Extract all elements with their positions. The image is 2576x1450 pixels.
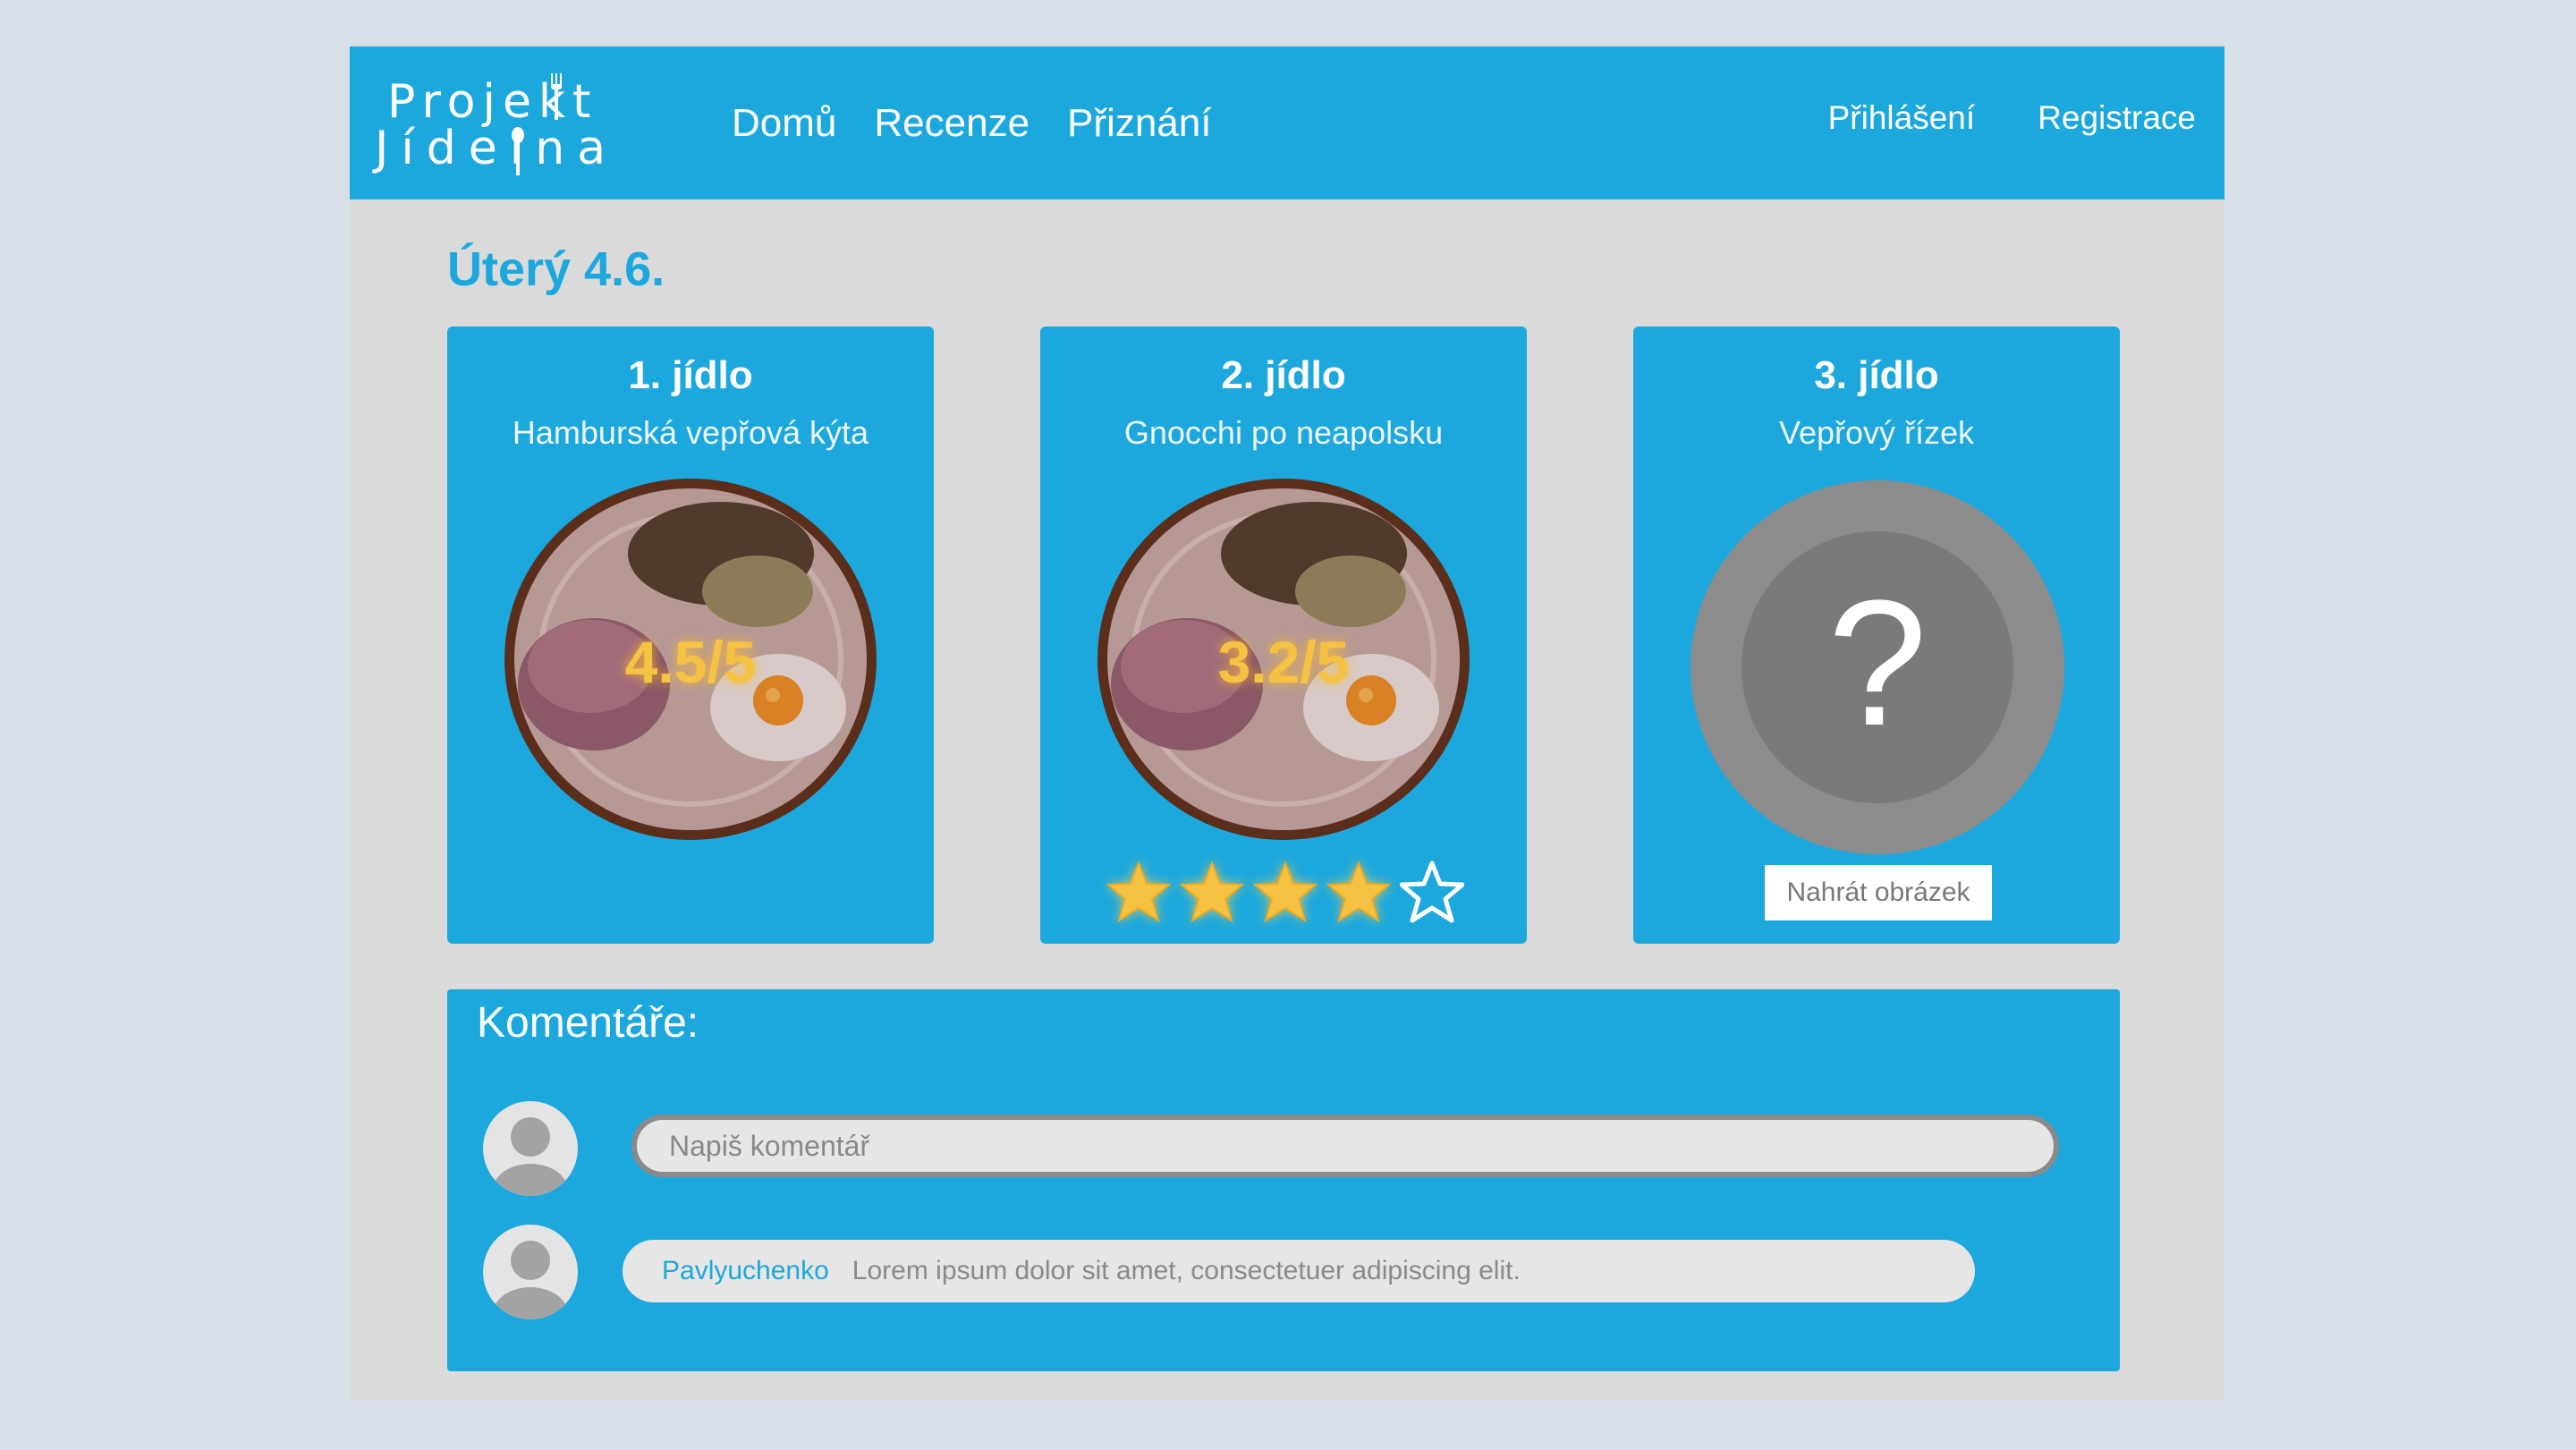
meal-title: 3. jídlo	[1814, 353, 1939, 397]
top-navbar: Projekt Jídelna Domů Recenze Přiznání Př…	[350, 47, 2224, 199]
day-title: Úterý 4.6.	[447, 242, 665, 296]
comment-author[interactable]: Pavlyuchenko	[662, 1256, 829, 1286]
page-frame: Projekt Jídelna Domů Recenze Přiznání Př…	[350, 47, 2224, 1400]
nav-confessions[interactable]: Přiznání	[1067, 101, 1211, 146]
main-nav: Domů Recenze Přiznání	[732, 47, 1211, 199]
star-filled-icon[interactable]	[1180, 860, 1244, 924]
comment-item: Pavlyuchenko Lorem ipsum dolor sit amet,…	[623, 1240, 1975, 1302]
meal-name: Gnocchi po neapolsku	[1123, 414, 1444, 451]
brand-line-2: Jídelna	[375, 122, 619, 175]
meal-card-2[interactable]: 2. jídlo Gnocchi po neapolsku 3.2/5	[1040, 326, 1527, 944]
user-avatar-icon	[483, 1101, 578, 1196]
account-nav: Přihlášení Registrace	[1828, 41, 2196, 194]
comment-input[interactable]	[631, 1115, 2059, 1177]
food-plate-image: 4.5/5	[503, 477, 878, 842]
meal-name: Hamburská vepřová kýta	[512, 414, 869, 451]
nav-reviews[interactable]: Recenze	[874, 101, 1030, 146]
star-outline-icon[interactable]	[1400, 860, 1464, 924]
star-rating-input[interactable]	[1106, 860, 1464, 931]
food-plate-image: 3.2/5	[1096, 477, 1471, 842]
meal-card-1[interactable]: 1. jídlo Hamburská vepřová kýta 4.5/5	[447, 326, 934, 944]
meal-rating: 4.5/5	[624, 629, 757, 695]
spoon-icon	[512, 127, 524, 175]
brand-line-1: Projekt	[387, 75, 598, 129]
meal-card-3[interactable]: 3. jídlo Vepřový řízek ? Nahrát obrázek	[1633, 326, 2120, 944]
meal-title: 1. jídlo	[628, 353, 753, 397]
meal-title: 2. jídlo	[1221, 353, 1346, 397]
star-filled-icon[interactable]	[1253, 860, 1318, 924]
user-avatar-icon	[483, 1225, 578, 1319]
upload-image-button[interactable]: Nahrát obrázek	[1765, 865, 1992, 920]
image-placeholder: ?	[1690, 480, 2064, 854]
comments-section: Komentáře: Napiš komentář Pavlyuchenko L…	[447, 989, 2120, 1371]
brand-logo[interactable]: Projekt Jídelna	[375, 64, 606, 181]
comment-text: Lorem ipsum dolor sit amet, consectetuer…	[852, 1256, 1521, 1285]
login-link[interactable]: Přihlášení	[1828, 99, 1976, 137]
star-filled-icon[interactable]	[1326, 860, 1391, 924]
meal-name: Vepřový řízek	[1778, 414, 1975, 451]
fork-icon	[551, 73, 562, 120]
star-filled-icon[interactable]	[1106, 860, 1171, 924]
comments-title: Komentáře:	[477, 999, 699, 1047]
register-link[interactable]: Registrace	[2038, 99, 2196, 137]
question-mark-icon: ?	[1827, 564, 1928, 763]
meal-rating: 3.2/5	[1217, 629, 1350, 695]
nav-home[interactable]: Domů	[732, 101, 836, 146]
